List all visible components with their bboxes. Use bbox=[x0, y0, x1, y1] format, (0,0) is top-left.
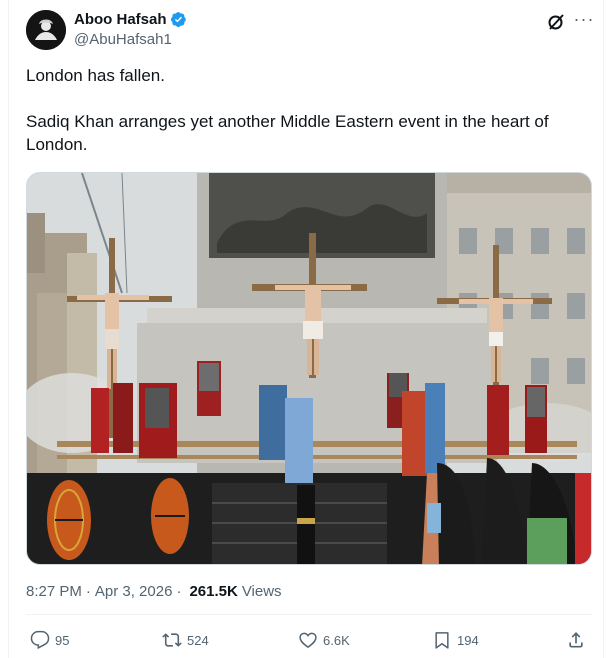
bookmark-button[interactable]: 194 bbox=[432, 630, 479, 650]
repost-button[interactable]: 524 bbox=[162, 630, 209, 650]
tweet-date[interactable]: Apr 3, 2026 bbox=[95, 583, 173, 600]
bookmark-count: 194 bbox=[457, 632, 479, 648]
bookmark-icon bbox=[435, 632, 449, 649]
tweet-header: Aboo Hafsah @AbuHafsah1 ··· bbox=[26, 10, 596, 52]
grok-button[interactable] bbox=[546, 12, 566, 32]
tweet-meta: 8:27 PM · Apr 3, 2026 · 261.5K Views bbox=[26, 583, 282, 600]
views-count: 261.5K bbox=[189, 583, 238, 600]
tweet-text: London has fallen. Sadiq Khan arranges y… bbox=[26, 64, 582, 156]
grok-icon bbox=[548, 14, 564, 30]
author-handle[interactable]: @AbuHafsah1 bbox=[74, 31, 172, 48]
timeline-right-border bbox=[603, 0, 604, 658]
tweet-time[interactable]: 8:27 PM bbox=[26, 583, 82, 600]
avatar[interactable] bbox=[26, 10, 66, 50]
repost-icon bbox=[162, 633, 182, 647]
author-display-name[interactable]: Aboo Hafsah bbox=[74, 11, 167, 28]
timeline-left-border bbox=[8, 0, 9, 658]
share-button[interactable] bbox=[566, 630, 591, 650]
avatar-silhouette-icon bbox=[26, 10, 66, 50]
author-name-row: Aboo Hafsah bbox=[74, 11, 187, 28]
more-button[interactable]: ··· bbox=[572, 10, 596, 30]
divider bbox=[26, 614, 592, 615]
like-count: 6.6K bbox=[323, 632, 350, 648]
repost-count: 524 bbox=[187, 632, 209, 648]
tweet-text-line: Sadiq Khan arranges yet another Middle E… bbox=[26, 112, 549, 154]
meta-separator: · bbox=[85, 583, 91, 600]
views-label: Views bbox=[241, 583, 282, 600]
share-icon bbox=[569, 632, 583, 648]
crucifixion-reenactment-photo bbox=[27, 173, 591, 564]
heart-icon bbox=[299, 632, 317, 649]
tweet-photo[interactable] bbox=[26, 172, 592, 565]
action-bar: 95 524 6.6K 194 bbox=[26, 630, 592, 658]
verified-badge-icon bbox=[170, 12, 186, 27]
reply-icon bbox=[30, 630, 50, 650]
reply-button[interactable]: 95 bbox=[30, 630, 69, 650]
reply-count: 95 bbox=[55, 632, 70, 648]
like-button[interactable]: 6.6K bbox=[298, 630, 350, 650]
more-icon: ··· bbox=[573, 9, 595, 29]
meta-separator: · bbox=[176, 583, 182, 600]
tweet-text-line: London has fallen. bbox=[26, 66, 165, 85]
